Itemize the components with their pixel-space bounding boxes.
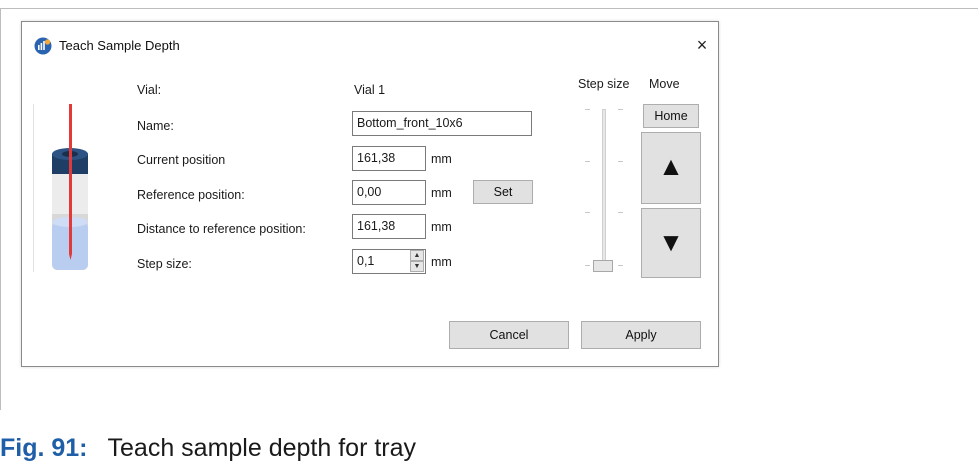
distance-unit: mm	[431, 220, 452, 234]
cancel-button[interactable]: Cancel	[449, 321, 569, 349]
distance-label: Distance to reference position:	[137, 222, 306, 236]
slider-tick	[618, 265, 623, 266]
name-label: Name:	[137, 119, 174, 133]
slider-thumb[interactable]	[593, 260, 613, 272]
reference-position-field[interactable]: 0,00	[352, 180, 426, 205]
current-position-label: Current position	[137, 153, 226, 167]
slider-tick	[585, 161, 590, 162]
step-size-label: Step size:	[137, 257, 192, 271]
step-down-icon[interactable]: ▼	[410, 261, 424, 272]
caption-text: Teach sample depth for tray	[107, 434, 417, 462]
teach-sample-depth-dialog: Teach Sample Depth × Vial: Vial 1 Name: …	[21, 21, 719, 367]
vial-value: Vial 1	[354, 83, 386, 97]
page-frame-top-line	[0, 8, 978, 9]
slider-tick	[618, 109, 623, 110]
close-button[interactable]: ×	[688, 32, 716, 58]
apply-button[interactable]: Apply	[581, 321, 701, 349]
current-position-field[interactable]: 161,38	[352, 146, 426, 171]
reference-position-unit: mm	[431, 186, 452, 200]
title-bar: Teach Sample Depth ×	[22, 22, 718, 68]
step-size-stepper[interactable]: 0,1 ▲ ▼	[352, 249, 426, 274]
move-up-button[interactable]: ▲	[641, 132, 701, 204]
move-header: Move	[649, 77, 680, 91]
page-frame-left-line	[0, 8, 1, 410]
slider-tick	[618, 212, 623, 213]
step-size-unit: mm	[431, 255, 452, 269]
step-size-value: 0,1	[357, 254, 375, 268]
slider-tick	[585, 109, 590, 110]
move-down-button[interactable]: ▼	[641, 208, 701, 278]
dialog-title: Teach Sample Depth	[59, 38, 180, 53]
set-button[interactable]: Set	[473, 180, 533, 204]
step-size-header: Step size	[578, 77, 630, 91]
distance-field[interactable]: 161,38	[352, 214, 426, 239]
slider-tick	[585, 212, 590, 213]
current-position-unit: mm	[431, 152, 452, 166]
step-size-slider[interactable]	[578, 105, 630, 275]
name-input[interactable]: Bottom_front_10x6	[352, 111, 532, 136]
slider-track	[602, 109, 606, 267]
figure-caption: Fig. 91: Teach sample depth for tray	[0, 434, 416, 463]
reference-position-label: Reference position:	[137, 188, 245, 202]
slider-tick	[618, 161, 623, 162]
app-icon	[34, 37, 52, 55]
slider-tick	[585, 265, 590, 266]
step-up-icon[interactable]: ▲	[410, 250, 424, 261]
vial-needle-illustration	[33, 104, 88, 272]
figure-number: Fig. 91:	[0, 434, 88, 462]
home-button[interactable]: Home	[643, 104, 699, 128]
vial-label: Vial:	[137, 83, 162, 97]
